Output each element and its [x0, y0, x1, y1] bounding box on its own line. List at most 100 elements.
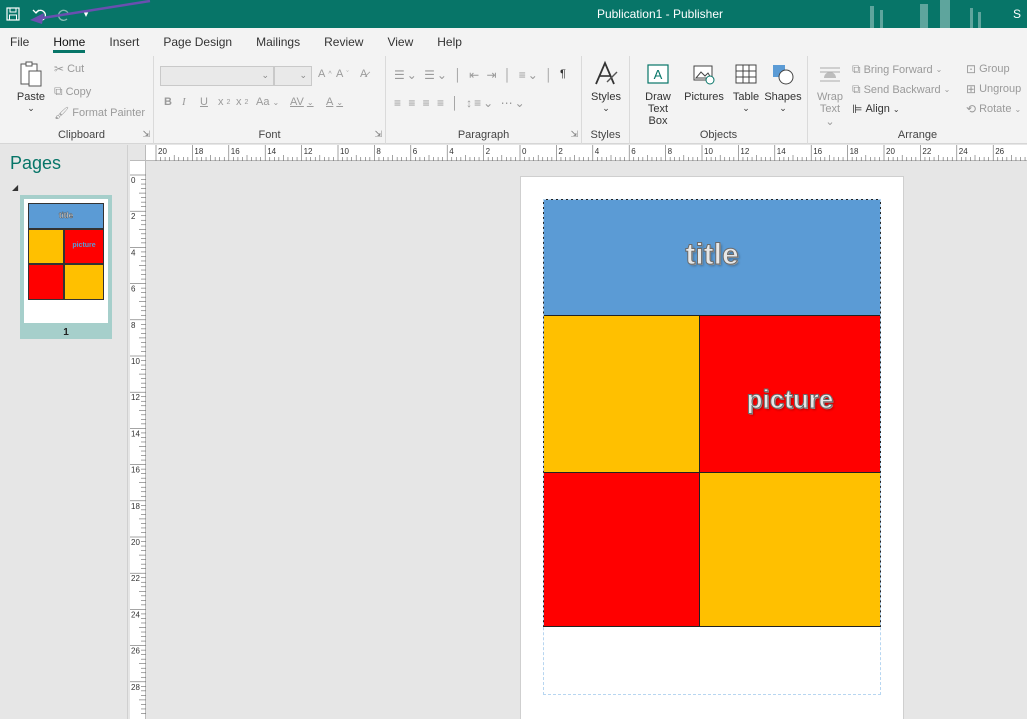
styles-button-label: Styles [591, 91, 621, 103]
styles-button[interactable]: Styles ⌄ [588, 60, 624, 114]
ruler-tick-label: 20 [131, 538, 140, 547]
picture-block[interactable]: picture [699, 315, 881, 473]
vertical-ruler[interactable]: 0 2 4 6 8 10 12 14 16 18 20 22 24 26 28 [130, 161, 146, 719]
ruler-tick-label: 16 [813, 147, 822, 156]
subscript-button[interactable]: x2 [218, 96, 230, 108]
pictures-label: Pictures [684, 91, 724, 103]
copy-button[interactable]: ⧉ Copy [54, 84, 91, 99]
page-number: 1 [63, 327, 69, 338]
ruler-tick-label: 6 [131, 285, 136, 294]
cut-button[interactable]: ✂ Cut [54, 62, 84, 76]
format-painter-button[interactable]: 🖌 Format Painter [54, 106, 145, 120]
font-size-dropdown[interactable]: ⌄ [274, 66, 312, 86]
ruler-tick-label: 24 [959, 147, 968, 156]
send-backward-button[interactable]: ⧉ Send Backward ⌄ [852, 82, 950, 97]
styles-group: Styles ⌄ Styles [582, 56, 630, 144]
rotate-label: Rotate [979, 103, 1012, 115]
superscript-button[interactable]: x2 [236, 96, 248, 108]
subscript-label: x [218, 96, 224, 108]
shapes-button[interactable]: Shapes ⌄ [764, 60, 802, 114]
wrap-text-button[interactable]: Wrap Text ⌄ [814, 60, 846, 128]
tab-page-design[interactable]: Page Design [163, 28, 232, 56]
grow-font-button[interactable]: A ^ [318, 68, 332, 80]
tab-home[interactable]: Home [53, 28, 86, 56]
horizontal-ruler[interactable]: 20 18 16 14 12 10 8 6 4 2 0 2 4 6 8 10 12 14 16 18 20 22 24 26 [146, 145, 1027, 161]
alignment-controls[interactable]: ≡ ≡ ≡ ≡ │ ↕≡⌄ ⋯⌄ [394, 96, 527, 110]
clipboard-launcher-icon[interactable]: ⇲ [142, 129, 150, 140]
red-block-bottom-left[interactable] [543, 472, 700, 627]
ribbon-tabs: File Home Insert Page Design Mailings Re… [0, 28, 1027, 56]
title-wordart[interactable]: title [544, 238, 880, 272]
thumb-picture-text: picture [72, 242, 96, 249]
page-thumbnail[interactable]: title picture 1 [20, 195, 112, 339]
ruler-tick-label: 12 [131, 393, 140, 402]
publication-page[interactable]: title picture [520, 176, 904, 719]
account-initial[interactable]: S [1013, 7, 1021, 21]
list-indent-controls[interactable]: ☰⌄ ☰⌄ │ ⇤ ⇥ │ ≡⌄ │ [394, 68, 555, 82]
ribbon: Paste ⌄ ✂ Cut ⧉ Copy 🖌 Format Painter Clipb… [0, 56, 1027, 144]
rotate-icon: ⟲ [966, 102, 977, 116]
paste-button[interactable]: Paste ⌄ [14, 60, 48, 114]
yellow-block-bottom-right[interactable] [699, 472, 881, 627]
ruler-tick-label: 14 [131, 429, 140, 438]
cut-label: Cut [67, 63, 85, 75]
ungroup-button[interactable]: ⊞ Ungroup [966, 82, 1021, 96]
pilcrow-button[interactable]: ¶ [560, 68, 566, 80]
paragraph-launcher-icon[interactable]: ⇲ [570, 129, 578, 140]
ruler-tick-label: 24 [131, 610, 140, 619]
align-button[interactable]: ⊫ Align ⌄ [852, 102, 900, 116]
copy-label: Copy [65, 85, 92, 98]
clear-formatting-icon[interactable]: A̷ [360, 68, 367, 80]
character-spacing-button[interactable]: AV ⌄ [290, 96, 314, 108]
shrink-font-button[interactable]: Aˇ [336, 68, 349, 80]
thumb-red-block [28, 264, 64, 300]
align-label: Align [865, 103, 890, 115]
tab-insert[interactable]: Insert [109, 28, 139, 56]
ruler-tick-label: 6 [631, 147, 636, 156]
group-button[interactable]: ⊡ Group [966, 62, 1010, 76]
draw-text-box-button[interactable]: A Draw Text Box [638, 60, 678, 127]
pictures-icon [690, 60, 718, 88]
tab-mailings[interactable]: Mailings [256, 28, 300, 56]
clipboard-group-label: Clipboard [57, 129, 106, 141]
collapse-triangle-icon[interactable]: ◢ [12, 183, 18, 192]
text-box-icon: A [644, 60, 672, 88]
table-button[interactable]: Table ⌄ [730, 60, 762, 114]
ruler-tick-label: 8 [131, 321, 136, 330]
tab-view[interactable]: View [387, 28, 413, 56]
tab-help[interactable]: Help [437, 28, 462, 56]
font-group-label: Font [258, 129, 281, 141]
picture-wordart[interactable]: picture [700, 384, 880, 415]
ruler-tick-label: 12 [304, 147, 313, 156]
format-painter-label: Format Painter [72, 107, 145, 119]
ruler-tick-label: 14 [777, 147, 786, 156]
ruler-tick-label: 4 [449, 147, 454, 156]
font-color-label: A [326, 96, 334, 108]
ruler-tick-label: 10 [131, 357, 140, 366]
yellow-block-top-left[interactable] [543, 315, 700, 473]
font-group: ⌄ ⌄ A ^ Aˇ A̷ B I U x2 x2 Aa ⌄ AV ⌄ A ⌄ Font… [154, 56, 386, 144]
pictures-button[interactable]: Pictures [682, 60, 726, 103]
workspace[interactable]: title picture [147, 162, 1027, 719]
title-block[interactable]: title [543, 199, 881, 316]
bold-button[interactable]: B [164, 96, 172, 108]
ruler-tick-label: 4 [595, 147, 600, 156]
font-launcher-icon[interactable]: ⇲ [374, 129, 382, 140]
thumb-title-block: title [28, 203, 104, 229]
underline-button[interactable]: U [200, 96, 208, 108]
change-case-button[interactable]: Aa ⌄ [256, 96, 279, 108]
rotate-button[interactable]: ⟲ Rotate ⌄ [966, 102, 1021, 116]
ruler-tick-label: 4 [131, 248, 136, 257]
horizontal-ruler-ticks: 20 18 16 14 12 10 8 6 4 2 0 2 4 6 8 10 12 14 16 18 20 22 24 26 [155, 145, 1026, 161]
ruler-tick-label: 18 [850, 147, 859, 156]
font-name-dropdown[interactable]: ⌄ [160, 66, 274, 86]
table-label: Table [732, 91, 760, 103]
objects-group-label: Objects [699, 129, 738, 141]
ungroup-label: Ungroup [979, 83, 1022, 95]
tab-file[interactable]: File [10, 28, 29, 56]
italic-button[interactable]: I [182, 96, 186, 108]
bring-forward-button[interactable]: ⧉ Bring Forward ⌄ [852, 62, 942, 77]
tab-review[interactable]: Review [324, 28, 363, 56]
font-color-button[interactable]: A ⌄ [326, 96, 343, 108]
ruler-tick-label: 14 [267, 147, 276, 156]
